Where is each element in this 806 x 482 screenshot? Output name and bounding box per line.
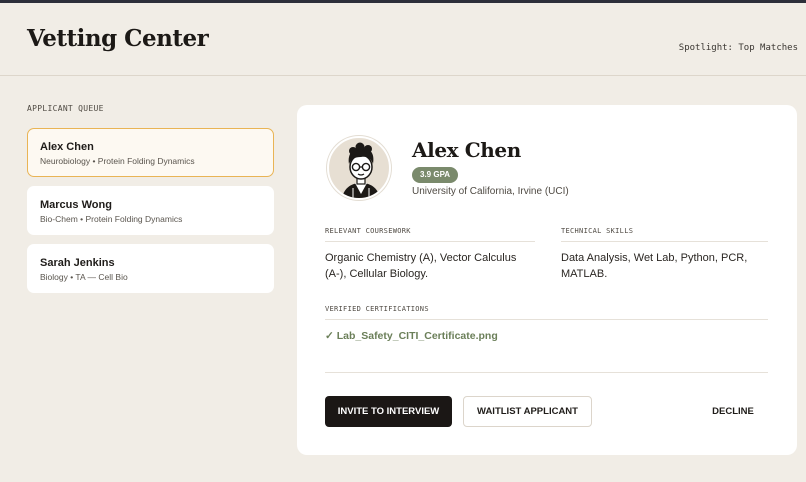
applicant-queue: Alex Chen Neurobiology • Protein Folding…: [27, 128, 274, 302]
spotlight-link[interactable]: Spotlight: Top Matches: [679, 43, 798, 53]
applicant-detail-panel: Alex Chen 3.9 GPA University of Californ…: [297, 105, 797, 455]
waitlist-applicant-button[interactable]: WAITLIST APPLICANT: [463, 396, 592, 427]
header: Vetting Center Spotlight: Top Matches: [0, 3, 806, 76]
queue-item-meta: Bio-Chem • Protein Folding Dynamics: [40, 214, 183, 224]
queue-item-alex-chen[interactable]: Alex Chen Neurobiology • Protein Folding…: [27, 128, 274, 177]
actions-divider: [325, 372, 768, 373]
skills-label: TECHNICAL SKILLS: [561, 227, 634, 235]
decline-button[interactable]: DECLINE: [697, 396, 769, 427]
coursework-label: RELEVANT COURSEWORK: [325, 227, 411, 235]
queue-item-meta: Neurobiology • Protein Folding Dynamics: [40, 156, 195, 166]
coursework-divider: [325, 241, 535, 242]
applicant-school: University of California, Irvine (UCI): [412, 186, 569, 197]
queue-item-name: Sarah Jenkins: [40, 257, 115, 269]
person-glasses-icon: [327, 136, 391, 200]
skills-text: Data Analysis, Wet Lab, Python, PCR, MAT…: [561, 252, 748, 280]
applicant-name: Alex Chen: [412, 138, 521, 162]
invite-to-interview-button[interactable]: INVITE TO INTERVIEW: [325, 396, 452, 427]
queue-label: APPLICANT QUEUE: [27, 104, 104, 113]
coursework-text: Organic Chemistry (A), Vector Calculus (…: [325, 252, 517, 280]
queue-item-name: Alex Chen: [40, 141, 94, 153]
page-title: Vetting Center: [27, 25, 209, 52]
queue-item-name: Marcus Wong: [40, 199, 112, 211]
gpa-badge: 3.9 GPA: [412, 167, 459, 183]
queue-item-sarah-jenkins[interactable]: Sarah Jenkins Biology • TA — Cell Bio: [27, 244, 274, 293]
queue-item-marcus-wong[interactable]: Marcus Wong Bio-Chem • Protein Folding D…: [27, 186, 274, 235]
queue-item-meta: Biology • TA — Cell Bio: [40, 272, 128, 282]
certifications-label: VERIFIED CERTIFICATIONS: [325, 305, 429, 313]
certifications-divider: [325, 319, 768, 320]
certificate-file-link[interactable]: ✓ Lab_Safety_CITI_Certificate.png: [325, 330, 498, 342]
skills-divider: [561, 241, 768, 242]
